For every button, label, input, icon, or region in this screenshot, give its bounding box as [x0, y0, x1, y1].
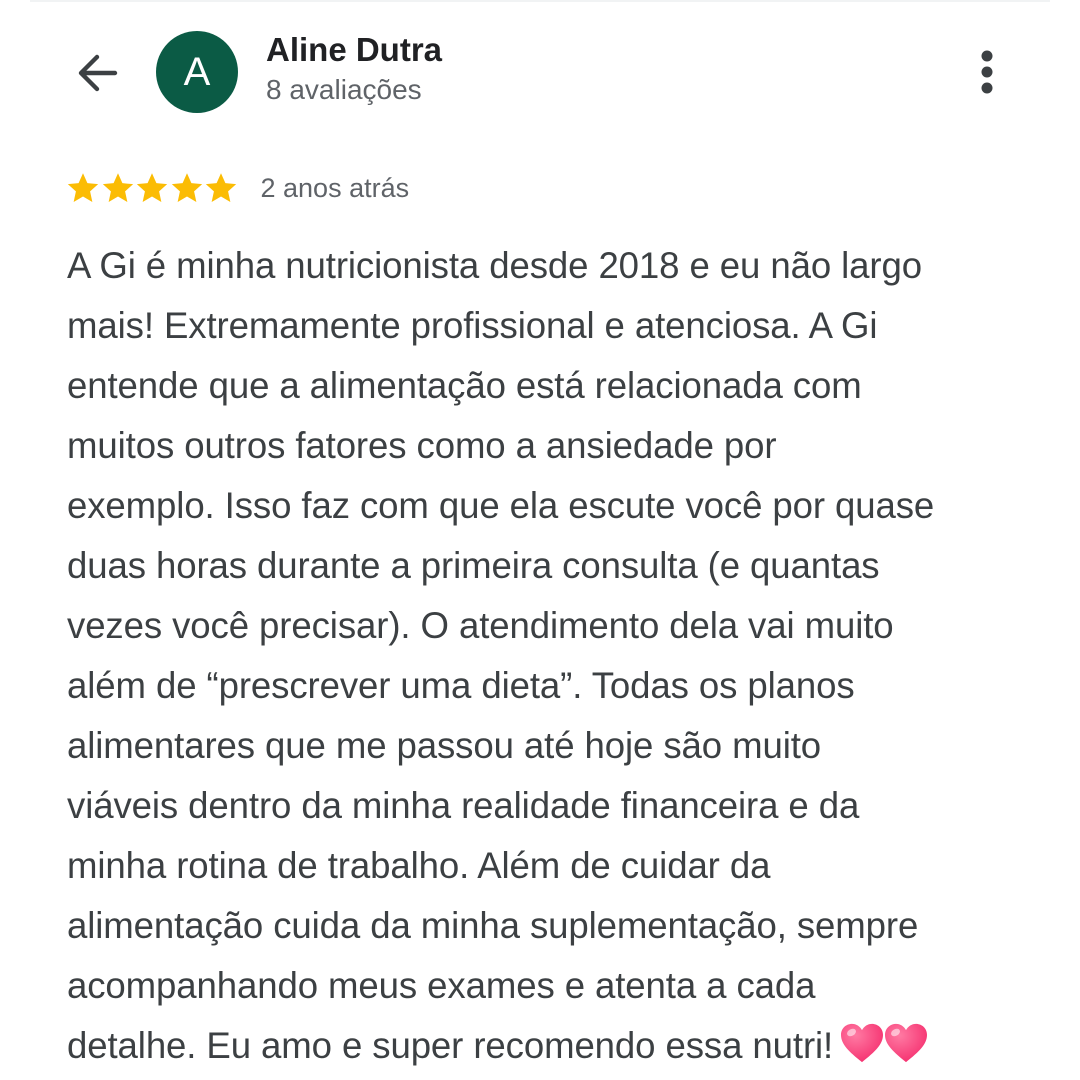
review-text-line: vezes você precisar). O atendimento dela…: [67, 605, 894, 646]
avatar[interactable]: A: [156, 31, 238, 113]
heart-emojis: [839, 1022, 928, 1064]
review-text-line: duas horas durante a primeira consulta (…: [67, 545, 880, 586]
rating-row: 2 anos atrás: [66, 169, 409, 207]
star-rating: [66, 171, 239, 205]
star-icon: [205, 173, 237, 203]
back-button[interactable]: [68, 44, 126, 102]
review-text-line: minha rotina de trabalho. Além de cuidar…: [67, 845, 771, 886]
star-icon: [102, 173, 133, 203]
review-text: A Gi é minha nutricionista desde 2018 e …: [67, 236, 1039, 1076]
review-text-line: acompanhando meus exames e atenta a cada: [67, 965, 816, 1006]
reviewer-name[interactable]: Aline Dutra: [266, 31, 442, 69]
review-count: 8 avaliações: [266, 74, 422, 105]
heart-emoji-icon: [841, 1023, 884, 1063]
review-text-line: mais! Extremamente profissional e atenci…: [67, 305, 878, 346]
star-icon: [67, 173, 99, 203]
star-icon: [136, 173, 168, 203]
top-divider: [30, 0, 1050, 2]
review-text-line: entende que a alimentação está relaciona…: [67, 365, 862, 406]
star-icon: [171, 173, 202, 203]
review-text-line: viáveis dentro da minha realidade financ…: [67, 785, 860, 826]
avatar-letter: A: [183, 49, 211, 94]
review-text-line: detalhe. Eu amo e super recomendo essa n…: [67, 1016, 1039, 1076]
review-date: 2 anos atrás: [260, 172, 410, 203]
review-text-line: muitos outros fatores como a ansiedade p…: [67, 425, 777, 466]
more-options-button[interactable]: [960, 42, 1014, 102]
review-text-line: alimentares que me passou até hoje são m…: [67, 725, 822, 766]
review-text-line: A Gi é minha nutricionista desde 2018 e …: [67, 245, 922, 286]
review-text-line: alimentação cuida da minha suplementação…: [67, 905, 919, 946]
more-vertical-icon: [981, 50, 993, 94]
review-text-line: além de “prescrever uma dieta”. Todas os…: [67, 665, 855, 706]
review-text-line: exemplo. Isso faz com que ela escute voc…: [67, 485, 935, 526]
arrow-back-icon: [78, 54, 118, 92]
heart-emoji-icon: [885, 1023, 928, 1063]
